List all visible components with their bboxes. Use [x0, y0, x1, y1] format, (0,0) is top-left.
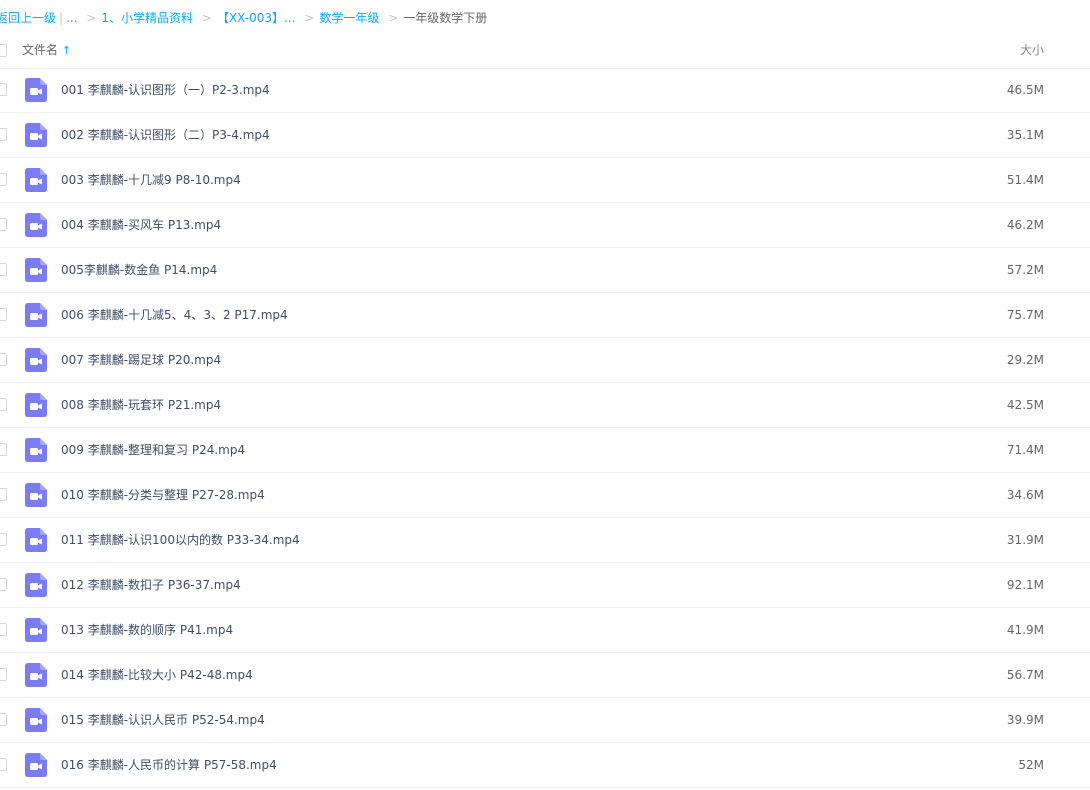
file-row[interactable]: 005李麒麟-数金鱼 P14.mp4 57.2M: [0, 248, 1090, 293]
breadcrumb: 返回上一级 |... >1、小学精品资料 > 【XX-003】... > 数学一年级 …: [0, 0, 487, 36]
video-file-icon: [25, 483, 47, 507]
file-checkbox[interactable]: [0, 443, 7, 456]
video-file-icon: [25, 78, 47, 102]
list-header: 文件名 ↑ 大小: [0, 36, 1090, 69]
file-name[interactable]: 010 李麒麟-分类与整理 P27-28.mp4: [61, 473, 265, 517]
breadcrumb-item-3[interactable]: 数学一年级: [319, 11, 379, 25]
file-size: 75.7M: [1006, 308, 1044, 322]
video-file-icon: [25, 393, 47, 417]
file-row[interactable]: 012 李麒麟-数扣子 P36-37.mp4 92.1M: [0, 563, 1090, 608]
breadcrumb-item-1[interactable]: 1、小学精品资料: [101, 11, 193, 25]
file-name[interactable]: 007 李麒麟-踢足球 P20.mp4: [61, 338, 221, 382]
breadcrumb-current: 一年级数学下册: [403, 11, 488, 25]
file-name[interactable]: 004 李麒麟-买风车 P13.mp4: [61, 203, 221, 247]
breadcrumb-separator: >: [388, 11, 399, 25]
file-row[interactable]: 011 李麒麟-认识100以内的数 P33-34.mp4 31.9M: [0, 518, 1090, 563]
file-row[interactable]: 014 李麒麟-比较大小 P42-48.mp4 56.7M: [0, 653, 1090, 698]
file-checkbox[interactable]: [0, 533, 7, 546]
video-file-icon: [25, 303, 47, 327]
file-name[interactable]: 015 李麒麟-认识人民币 P52-54.mp4: [61, 698, 265, 742]
file-size: 52M: [1018, 758, 1044, 772]
file-name[interactable]: 002 李麒麟-认识图形（二）P3-4.mp4: [61, 113, 270, 157]
video-file-icon: [25, 258, 47, 282]
arrow-up-icon[interactable]: ↑: [62, 44, 71, 57]
breadcrumb-separator: >: [201, 11, 212, 25]
file-size: 35.1M: [1006, 128, 1044, 142]
file-row[interactable]: 006 李麒麟-十几减5、4、3、2 P17.mp4 75.7M: [0, 293, 1090, 338]
file-list: 001 李麒麟-认识图形（一）P2-3.mp4 46.5M 002 李麒麟-认识…: [0, 68, 1090, 788]
file-row[interactable]: 013 李麒麟-数的顺序 P41.mp4 41.9M: [0, 608, 1090, 653]
video-file-icon: [25, 618, 47, 642]
video-file-icon: [25, 573, 47, 597]
file-checkbox[interactable]: [0, 578, 7, 591]
file-checkbox[interactable]: [0, 623, 7, 636]
file-size: 56.7M: [1006, 668, 1044, 682]
file-name[interactable]: 006 李麒麟-十几减5、4、3、2 P17.mp4: [61, 293, 288, 337]
file-checkbox[interactable]: [0, 398, 7, 411]
breadcrumb-separator: >: [86, 11, 97, 25]
file-row[interactable]: 008 李麒麟-玩套环 P21.mp4 42.5M: [0, 383, 1090, 428]
breadcrumb-divider: |: [59, 11, 64, 25]
column-header-name[interactable]: 文件名 ↑: [22, 36, 71, 65]
file-checkbox[interactable]: [0, 668, 7, 681]
column-header-name-label: 文件名: [22, 43, 59, 57]
file-size: 34.6M: [1006, 488, 1044, 502]
file-size: 57.2M: [1006, 263, 1044, 277]
video-file-icon: [25, 123, 47, 147]
file-row[interactable]: 001 李麒麟-认识图形（一）P2-3.mp4 46.5M: [0, 68, 1090, 113]
file-name[interactable]: 001 李麒麟-认识图形（一）P2-3.mp4: [61, 68, 270, 112]
file-name[interactable]: 009 李麒麟-整理和复习 P24.mp4: [61, 428, 245, 472]
file-name[interactable]: 016 李麒麟-人民币的计算 P57-58.mp4: [61, 743, 277, 787]
file-checkbox[interactable]: [0, 263, 7, 276]
file-size: 46.2M: [1006, 218, 1044, 232]
file-row[interactable]: 003 李麒麟-十几减9 P8-10.mp4 51.4M: [0, 158, 1090, 203]
file-size: 29.2M: [1006, 353, 1044, 367]
file-checkbox[interactable]: [0, 353, 7, 366]
file-checkbox[interactable]: [0, 173, 7, 186]
breadcrumb-separator: >: [304, 11, 315, 25]
video-file-icon: [25, 168, 47, 192]
file-size: 31.9M: [1006, 533, 1044, 547]
file-size: 46.5M: [1006, 83, 1044, 97]
video-file-icon: [25, 348, 47, 372]
file-name[interactable]: 008 李麒麟-玩套环 P21.mp4: [61, 383, 221, 427]
file-row[interactable]: 009 李麒麟-整理和复习 P24.mp4 71.4M: [0, 428, 1090, 473]
file-name[interactable]: 011 李麒麟-认识100以内的数 P33-34.mp4: [61, 518, 300, 562]
file-size: 41.9M: [1006, 623, 1044, 637]
file-size: 51.4M: [1006, 173, 1044, 187]
column-header-size[interactable]: 大小: [1020, 36, 1044, 64]
file-row[interactable]: 004 李麒麟-买风车 P13.mp4 46.2M: [0, 203, 1090, 248]
file-row[interactable]: 010 李麒麟-分类与整理 P27-28.mp4 34.6M: [0, 473, 1090, 518]
file-size: 42.5M: [1006, 398, 1044, 412]
video-file-icon: [25, 528, 47, 552]
back-link[interactable]: 返回上一级: [0, 11, 56, 25]
file-checkbox[interactable]: [0, 218, 7, 231]
file-checkbox[interactable]: [0, 128, 7, 141]
file-row[interactable]: 007 李麒麟-踢足球 P20.mp4 29.2M: [0, 338, 1090, 383]
video-file-icon: [25, 708, 47, 732]
file-row[interactable]: 002 李麒麟-认识图形（二）P3-4.mp4 35.1M: [0, 113, 1090, 158]
file-row[interactable]: 016 李麒麟-人民币的计算 P57-58.mp4 52M: [0, 743, 1090, 788]
video-file-icon: [25, 213, 47, 237]
file-checkbox[interactable]: [0, 713, 7, 726]
file-name[interactable]: 003 李麒麟-十几减9 P8-10.mp4: [61, 158, 241, 202]
breadcrumb-ellipsis[interactable]: ...: [66, 11, 77, 25]
file-size: 71.4M: [1006, 443, 1044, 457]
video-file-icon: [25, 438, 47, 462]
file-size: 92.1M: [1006, 578, 1044, 592]
file-size: 39.9M: [1006, 713, 1044, 727]
file-checkbox[interactable]: [0, 488, 7, 501]
file-name[interactable]: 012 李麒麟-数扣子 P36-37.mp4: [61, 563, 241, 607]
file-name[interactable]: 005李麒麟-数金鱼 P14.mp4: [61, 248, 217, 292]
file-checkbox[interactable]: [0, 758, 7, 771]
file-name[interactable]: 014 李麒麟-比较大小 P42-48.mp4: [61, 653, 253, 697]
file-checkbox[interactable]: [0, 83, 7, 96]
video-file-icon: [25, 663, 47, 687]
video-file-icon: [25, 753, 47, 777]
file-checkbox[interactable]: [0, 308, 7, 321]
file-name[interactable]: 013 李麒麟-数的顺序 P41.mp4: [61, 608, 233, 652]
select-all-checkbox[interactable]: [0, 44, 7, 57]
breadcrumb-item-2[interactable]: 【XX-003】...: [217, 11, 296, 25]
file-row[interactable]: 015 李麒麟-认识人民币 P52-54.mp4 39.9M: [0, 698, 1090, 743]
